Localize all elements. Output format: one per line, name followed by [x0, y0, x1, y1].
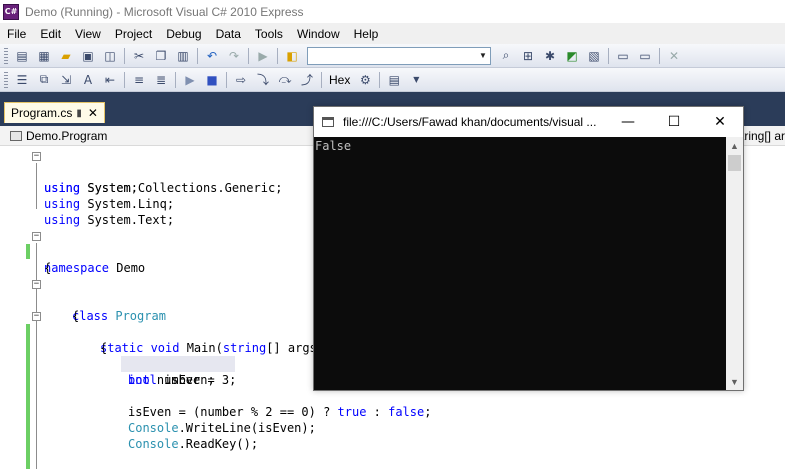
console-title: file:///C:/Users/Fawad khan/documents/vi…: [343, 115, 597, 129]
menu-data[interactable]: Data: [209, 27, 248, 41]
outdent-icon[interactable]: ⇤: [100, 71, 120, 89]
toolbar-separator: [124, 47, 125, 64]
maximize-button[interactable]: ☐: [651, 107, 697, 137]
toolbar-separator: [248, 47, 249, 64]
find-combo[interactable]: ▼: [307, 46, 491, 65]
hex-display-button[interactable]: Hex: [325, 73, 354, 87]
toolbar-separator: [226, 71, 227, 88]
menu-file[interactable]: File: [0, 27, 33, 41]
paste-icon[interactable]: ▥: [173, 47, 193, 65]
word-completion-icon[interactable]: A: [78, 71, 98, 89]
stop-debug-icon[interactable]: ■: [202, 71, 222, 89]
collapse-icon[interactable]: −: [32, 232, 41, 241]
menu-tools[interactable]: Tools: [248, 27, 290, 41]
window-title: Demo (Running) - Microsoft Visual C# 201…: [25, 4, 304, 19]
toolbar-separator: [379, 71, 381, 88]
toolbar-separator: [197, 47, 198, 64]
console-output-area[interactable]: False: [314, 137, 726, 390]
console-scrollbar[interactable]: ▲ ▼: [726, 137, 743, 390]
standard-toolbar: ▤ ▦ ▰ ▣ ◫ ✂ ❐ ▥ ↶ ↷ ▶ ◧ ▼ ⌕ ⊞ ✱ ◩ ▧ ▭ ▭ …: [0, 44, 785, 68]
class-icon: [10, 130, 22, 141]
code-line: Console.ReadKey();: [128, 437, 259, 451]
close-button[interactable]: ✕: [697, 107, 743, 137]
save-all-icon[interactable]: ◫: [100, 47, 120, 65]
find-icon[interactable]: ⌕: [496, 47, 516, 65]
cut-icon[interactable]: ✂: [129, 47, 149, 65]
menu-help[interactable]: Help: [347, 27, 386, 41]
toolbox-icon[interactable]: ▧: [584, 47, 604, 65]
toolbar-separator: [659, 47, 660, 64]
console-app-icon: [322, 117, 334, 127]
menu-window[interactable]: Window: [290, 27, 347, 41]
comment-icon[interactable]: ≡: [129, 71, 149, 89]
open-folder-icon[interactable]: ▰: [56, 47, 76, 65]
pin-icon[interactable]: ▮: [76, 108, 82, 119]
code-line: Console.WriteLine(isEven);: [128, 421, 316, 435]
breakpoints-icon[interactable]: ⚙: [355, 71, 375, 89]
toolbar-separator: [277, 47, 278, 64]
member-dropdown[interactable]: tring[] ar: [741, 129, 785, 143]
parameter-info-icon[interactable]: ⧉: [34, 71, 54, 89]
scroll-down-icon[interactable]: ▼: [726, 373, 743, 390]
collapse-icon[interactable]: −: [32, 152, 41, 161]
toolbar-separator: [608, 47, 609, 64]
console-output-text: False: [315, 139, 352, 153]
show-next-statement-icon[interactable]: ⇨: [231, 71, 251, 89]
step-into-icon[interactable]: ⤵: [253, 71, 273, 89]
quick-info-icon[interactable]: ⇲: [56, 71, 76, 89]
solution-explorer-icon[interactable]: ⊞: [518, 47, 538, 65]
visual-csharp-icon: C#: [3, 3, 19, 20]
toolbar-separator: [124, 71, 125, 88]
toolbar-separator: [321, 71, 322, 88]
console-title-bar[interactable]: file:///C:/Users/Fawad khan/documents/vi…: [314, 107, 743, 137]
step-over-icon[interactable]: ⤼: [275, 71, 295, 89]
extension-manager-icon[interactable]: ▭: [635, 47, 655, 65]
toolbar-separator: [175, 71, 176, 88]
redo-icon[interactable]: ↷: [224, 47, 244, 65]
continue-debug-icon[interactable]: ▶: [180, 71, 200, 89]
chevron-down-icon[interactable]: ▼: [476, 48, 490, 64]
menu-edit[interactable]: Edit: [33, 27, 68, 41]
collapse-icon[interactable]: −: [32, 312, 41, 321]
start-page-icon[interactable]: ▭: [613, 47, 633, 65]
add-item-icon[interactable]: ▦: [34, 47, 54, 65]
properties-icon[interactable]: ✱: [540, 47, 560, 65]
step-out-icon[interactable]: ⤴: [297, 71, 317, 89]
menu-project[interactable]: Project: [108, 27, 159, 41]
code-line: }: [0, 452, 785, 468]
scroll-thumb[interactable]: [728, 155, 741, 171]
minimize-button[interactable]: —: [605, 107, 651, 137]
menu-debug[interactable]: Debug: [159, 27, 208, 41]
collapse-icon[interactable]: −: [32, 280, 41, 289]
toolbar-grip[interactable]: [4, 47, 8, 64]
save-icon[interactable]: ▣: [78, 47, 98, 65]
title-bar: C# Demo (Running) - Microsoft Visual C# …: [0, 0, 785, 23]
menu-view[interactable]: View: [68, 27, 108, 41]
uncomment-icon[interactable]: ≣: [151, 71, 171, 89]
continue-icon[interactable]: ▶: [253, 47, 273, 65]
toolbar-grip[interactable]: [4, 71, 8, 88]
scroll-up-icon[interactable]: ▲: [726, 137, 743, 154]
type-dropdown-value: Demo.Program: [26, 128, 108, 143]
tab-program-cs[interactable]: Program.cs ▮ ✕: [4, 102, 105, 123]
copy-icon[interactable]: ❐: [151, 47, 171, 65]
console-window[interactable]: file:///C:/Users/Fawad khan/documents/vi…: [313, 106, 744, 391]
new-project-icon[interactable]: ▤: [12, 47, 32, 65]
options-icon[interactable]: ✕: [664, 47, 684, 65]
tab-label: Program.cs: [11, 106, 73, 120]
menu-bar: File Edit View Project Debug Data Tools …: [0, 23, 785, 44]
chevron-down-icon[interactable]: ▼: [406, 71, 426, 89]
debug-toolbar: ☰ ⧉ ⇲ A ⇤ ≡ ≣ ▶ ■ ⇨ ⤵ ⤼ ⤴ Hex ⚙ ▤ ▼: [0, 68, 785, 92]
find-in-files-icon[interactable]: ◧: [282, 47, 302, 65]
show-members-icon[interactable]: ☰: [12, 71, 32, 89]
type-dropdown[interactable]: Demo.Program: [10, 129, 107, 143]
windows-dropdown-icon[interactable]: ▤: [384, 71, 404, 89]
close-icon[interactable]: ✕: [88, 106, 98, 120]
object-browser-icon[interactable]: ◩: [562, 47, 582, 65]
undo-icon[interactable]: ↶: [202, 47, 222, 65]
